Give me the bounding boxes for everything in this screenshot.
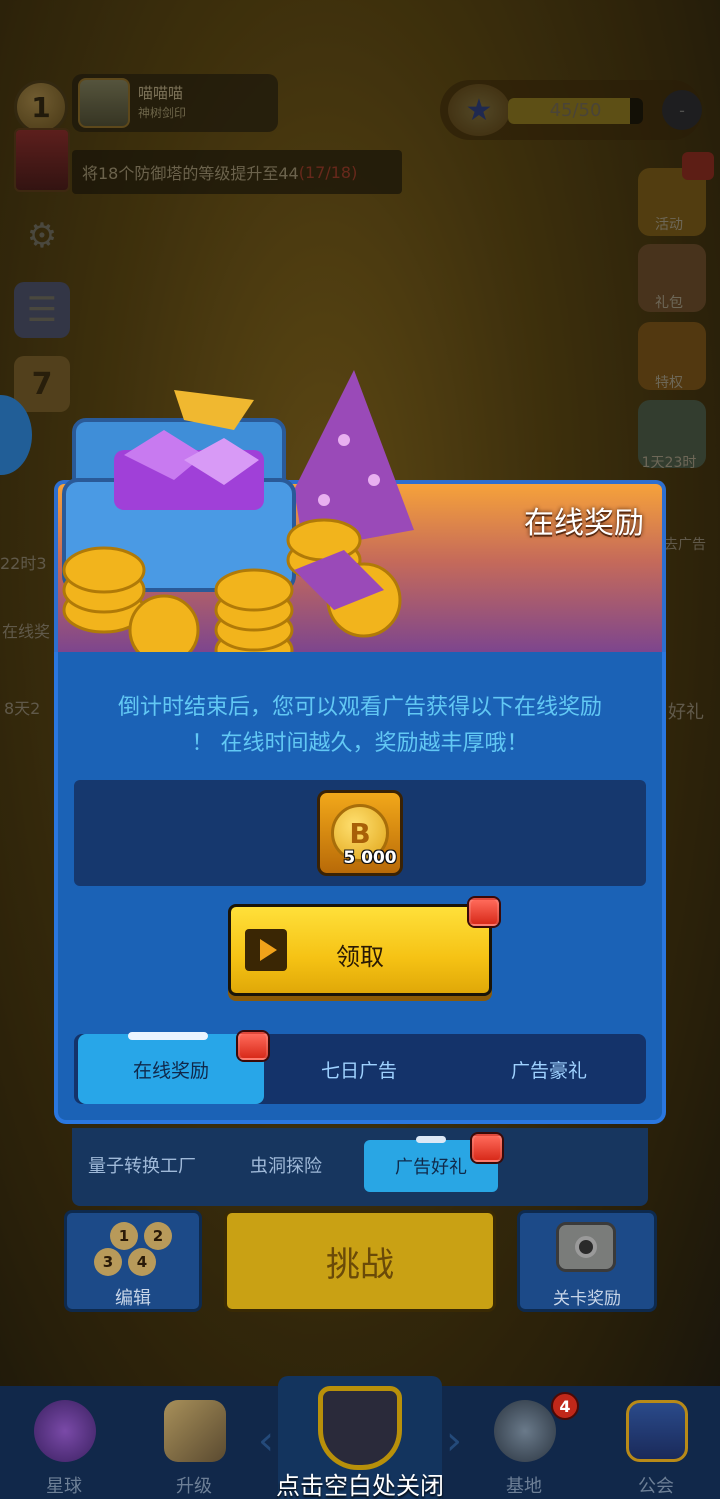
hex-1: 1 [110, 1222, 138, 1250]
sub-tab-badge [472, 1134, 502, 1162]
chevron-left-icon[interactable]: ‹ [258, 1418, 274, 1464]
tab-online-reward[interactable]: 在线奖励 [78, 1034, 264, 1104]
claim-label: 领取 [336, 943, 384, 971]
hex-grid-icon: 1 2 3 4 [86, 1222, 180, 1278]
guild-icon [626, 1400, 688, 1462]
stage-reward-icon [556, 1222, 616, 1272]
chevron-right-icon[interactable]: › [446, 1418, 462, 1464]
base-icon [494, 1400, 556, 1462]
claim-button[interactable]: 领取 [228, 904, 492, 996]
tab-quantum-factory[interactable]: 量子转换工厂 [88, 1152, 196, 1178]
hex-3: 3 [94, 1248, 122, 1276]
stage-reward-label: 关卡奖励 [553, 1289, 621, 1309]
hex-2: 2 [144, 1222, 172, 1250]
tab-label: 广告豪礼 [510, 1059, 587, 1082]
wrench-hammer-icon [164, 1400, 226, 1462]
edit-label: 编辑 [115, 1288, 151, 1309]
tab-notification-badge [238, 1032, 268, 1060]
challenge-button[interactable]: 挑战 [224, 1210, 496, 1312]
claim-notification-badge [469, 898, 499, 926]
description-line-1: 倒计时结束后，您可以观看广告获得以下在线奖励 [117, 695, 602, 720]
modal-title: 在线奖励 [524, 506, 644, 541]
coin-quantity: 5 000 [343, 848, 397, 868]
tab-label: 七日广告 [320, 1059, 397, 1082]
reward-tabbar: 在线奖励 七日广告 广告豪礼 [74, 1032, 646, 1104]
base-count-badge: 4 [551, 1392, 579, 1420]
tab-label: 在线奖励 [132, 1059, 209, 1082]
hex-4: 4 [128, 1248, 156, 1276]
description-line-2: ！ 在线时间越久，奖励越丰厚哦！ [191, 731, 529, 756]
tab-ad-gifts[interactable]: 广告豪礼 [454, 1034, 644, 1104]
reward-description: 倒计时结束后，您可以观看广告获得以下在线奖励 ！ 在线时间越久，奖励越丰厚哦！ [60, 690, 660, 762]
close-hint[interactable]: 点击空白处关闭 [0, 1466, 720, 1499]
treasure-chest-illustration [62, 370, 414, 672]
tab-active-indicator [128, 1032, 208, 1040]
shield-icon [318, 1386, 402, 1470]
tab-wormhole-explore[interactable]: 虫洞探险 [250, 1152, 322, 1178]
sub-tab-indicator [416, 1136, 446, 1143]
planet-icon [34, 1400, 96, 1462]
tab-seven-day-ads[interactable]: 七日广告 [264, 1034, 454, 1104]
